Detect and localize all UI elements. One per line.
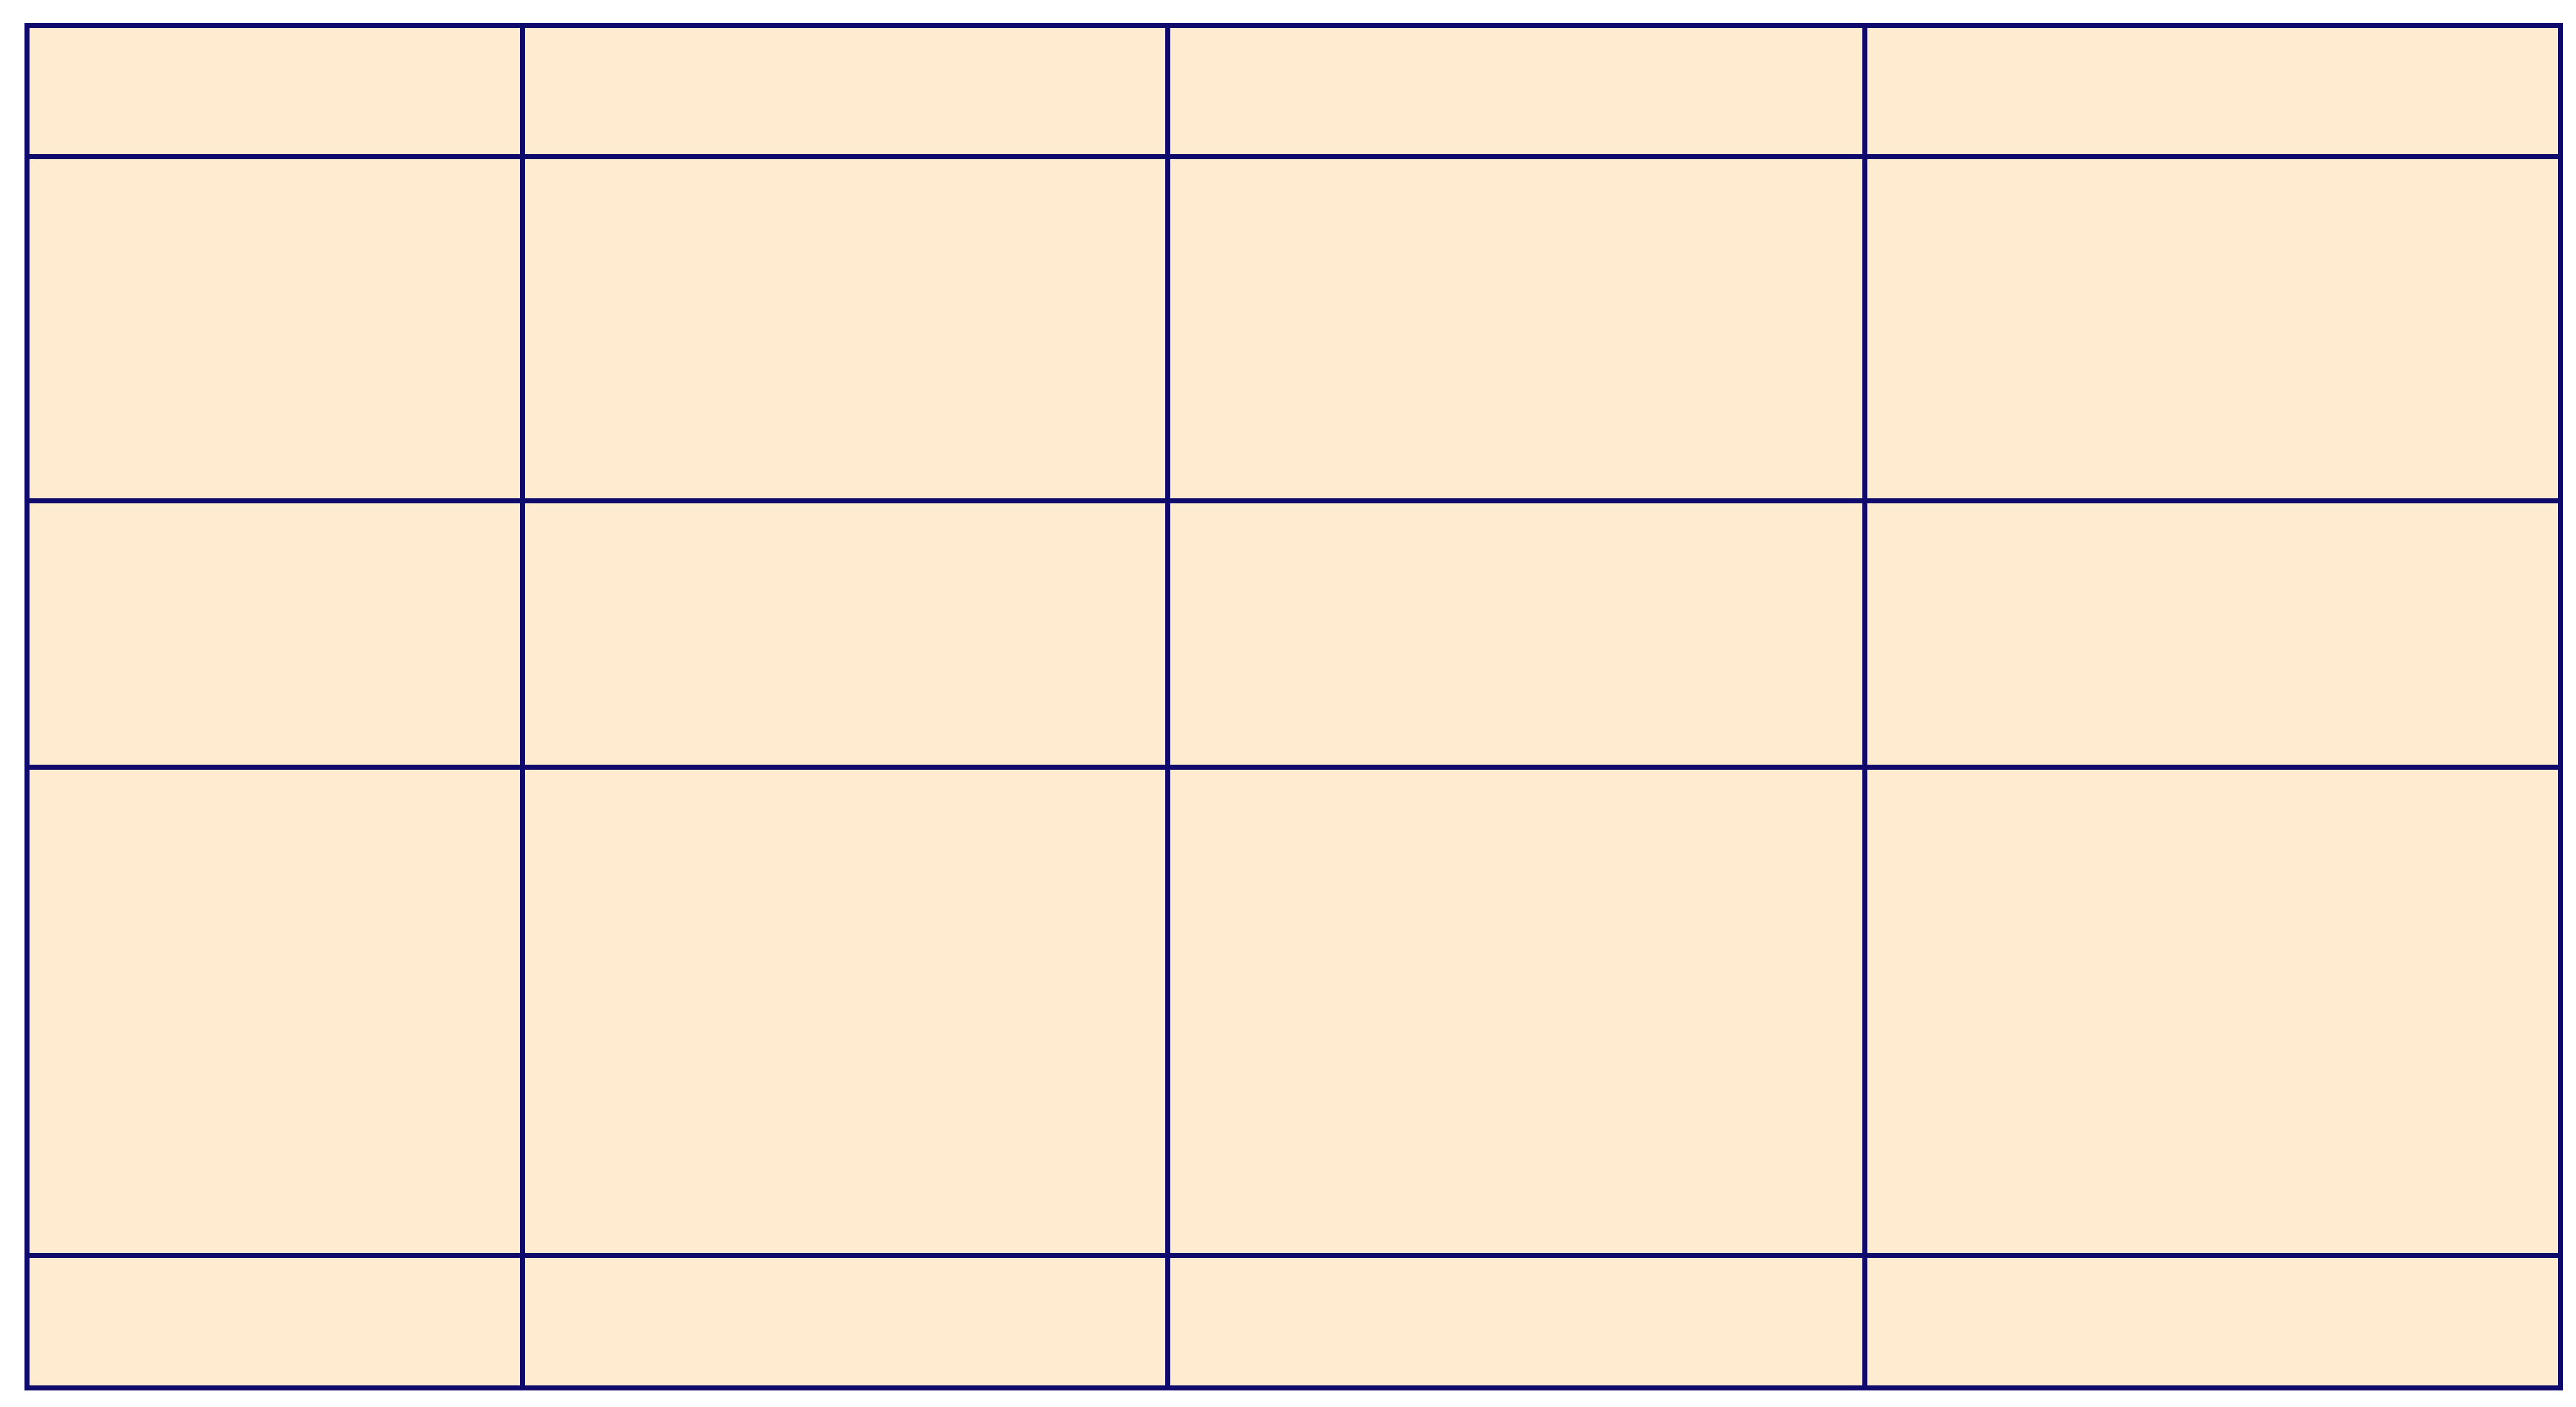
table-cell [1862,498,2563,770]
table-row [24,154,2563,503]
table-cell [1165,498,1867,770]
table-cell [24,1253,525,1390]
table-cell [1165,765,1867,1258]
table-cell [520,154,1170,503]
table-cell [1165,154,1867,503]
table-cell [24,498,525,770]
table-row [24,23,2563,159]
table-cell [1165,1253,1867,1390]
table-cell [520,765,1170,1258]
table-row [24,1253,2563,1390]
table-cell [520,498,1170,770]
table-cell [1862,1253,2563,1390]
table-cell [520,23,1170,159]
empty-grid-table [24,23,2563,1390]
table-cell [1862,23,2563,159]
table-cell [1165,23,1867,159]
table-cell [24,154,525,503]
table-cell [1862,154,2563,503]
table-cell [520,1253,1170,1390]
table-row [24,765,2563,1258]
table-cell [24,765,525,1258]
table-cell [24,23,525,159]
table-cell [1862,765,2563,1258]
table-row [24,498,2563,770]
